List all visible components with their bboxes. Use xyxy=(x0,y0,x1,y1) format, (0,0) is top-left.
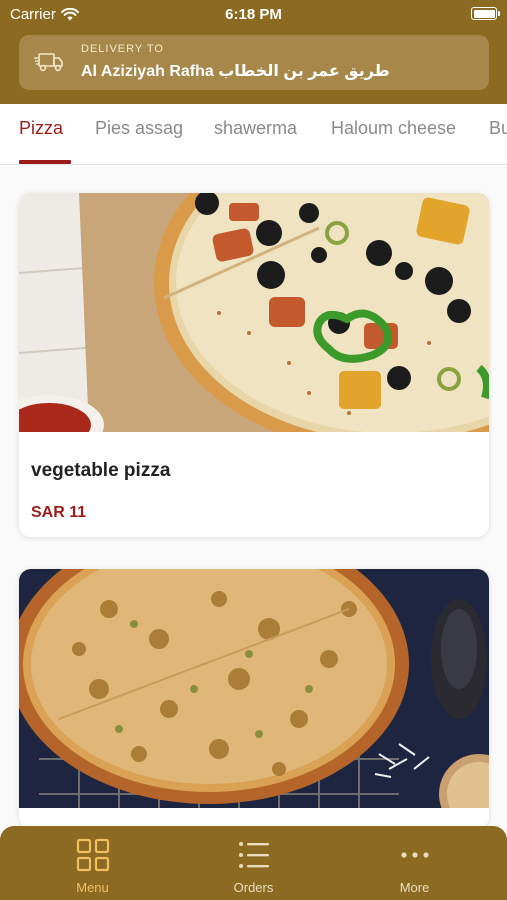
tab-more-label: More xyxy=(399,880,430,895)
status-bar: Carrier 6:18 PM xyxy=(0,0,507,30)
tab-bu[interactable]: Bu xyxy=(489,118,507,139)
product-image xyxy=(19,569,489,808)
product-price: SAR 11 xyxy=(31,504,87,521)
delivery-truck-icon xyxy=(34,53,63,72)
delivery-address-selector[interactable]: DELIVERY TO Al Aziziyah Rafha طريق عمر ب… xyxy=(19,35,489,90)
grid-icon xyxy=(76,838,109,872)
delivery-address: Al Aziziyah Rafha طريق عمر بن الخطاب xyxy=(81,63,390,80)
list-icon xyxy=(238,842,269,868)
tab-haloum-cheese[interactable]: Haloum cheese xyxy=(331,118,456,139)
product-card[interactable]: vegetable pizza SAR 11 xyxy=(19,193,489,537)
app-header: Carrier 6:18 PM DELIVERY TO Al Aziziyah … xyxy=(0,0,507,104)
tab-pizza[interactable]: Pizza xyxy=(19,118,63,139)
battery-icon xyxy=(471,7,500,20)
bottom-tab-bar: Menu Orders More xyxy=(0,826,507,900)
tab-shawerma[interactable]: shawerma xyxy=(214,118,297,139)
delivery-label: DELIVERY TO xyxy=(81,43,164,55)
more-dots-icon xyxy=(400,852,429,858)
tab-orders-label: Orders xyxy=(233,880,274,895)
product-name: vegetable pizza xyxy=(31,460,171,481)
product-image xyxy=(19,193,489,432)
tab-menu[interactable]: Menu xyxy=(8,826,177,900)
tab-menu-label: Menu xyxy=(76,880,109,895)
tab-pies-assag[interactable]: Pies assag xyxy=(95,118,183,139)
product-card[interactable] xyxy=(19,569,489,829)
category-tabs: Pizza Pies assag shawerma Haloum cheese … xyxy=(0,104,507,165)
active-tab-indicator xyxy=(19,160,71,164)
tab-orders[interactable]: Orders xyxy=(169,826,338,900)
clock: 6:18 PM xyxy=(225,6,282,23)
tab-more[interactable]: More xyxy=(330,826,499,900)
